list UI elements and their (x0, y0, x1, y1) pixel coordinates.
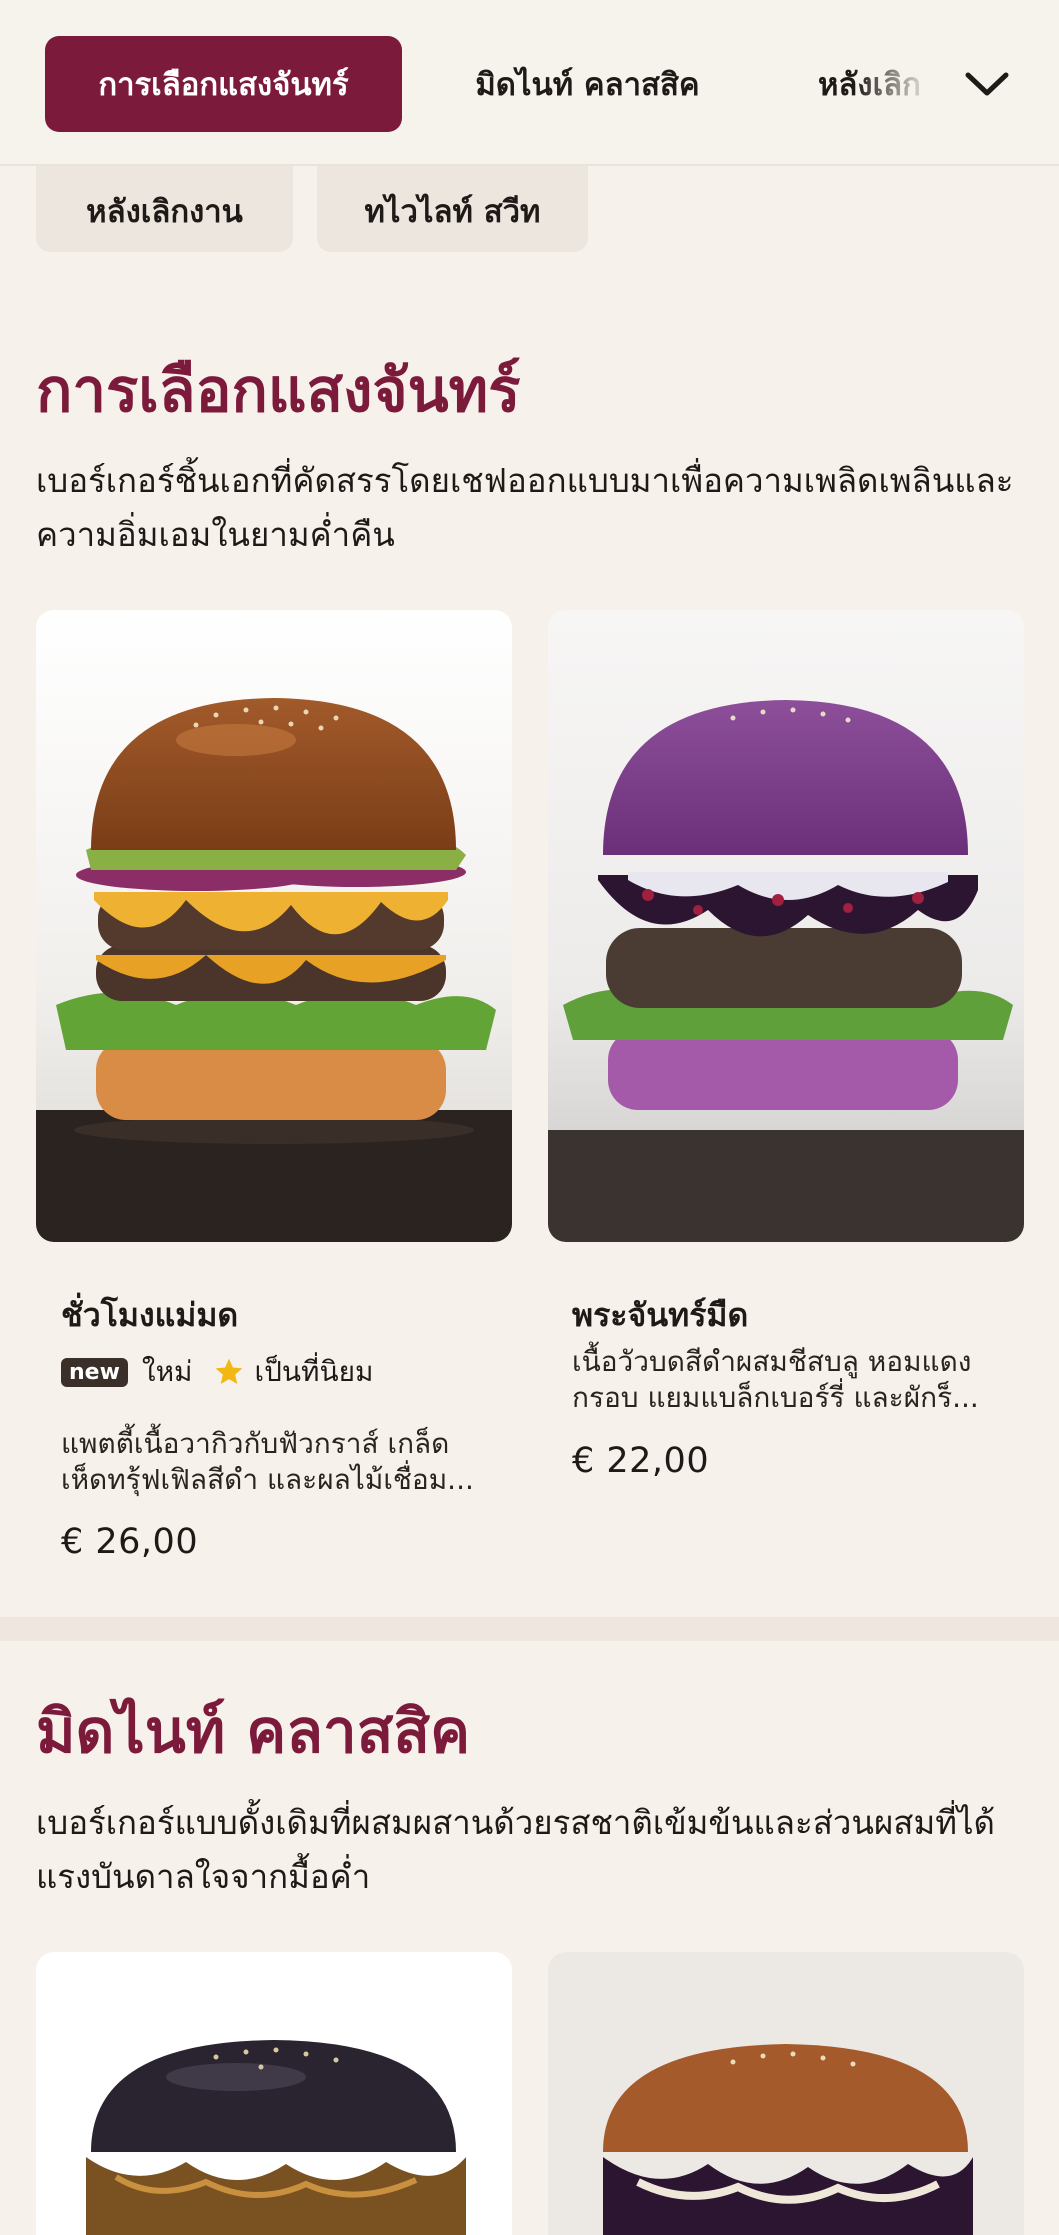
star-icon (213, 1356, 245, 1388)
chip-twilight-sweet[interactable]: ทไวไลท์ สวีท (317, 152, 588, 252)
chip-after-work[interactable]: หลังเลิกงาน (36, 152, 293, 252)
category-tabs-bar: การเลือกแสงจันทร์ มิดไนท์ คลาสสิค หลังเล… (0, 0, 1059, 166)
item-price: € 22,00 (572, 1441, 710, 1481)
burger-image-brioche-berry[interactable] (548, 1952, 1024, 2235)
tabs-fade-overlay (855, 30, 965, 140)
item-price: € 26,00 (61, 1522, 199, 1562)
new-badge: new (61, 1357, 128, 1387)
tab-moonlight-selection[interactable]: การเลือกแสงจันทร์ (45, 36, 402, 132)
popular-badge-label: เป็นที่นิยม (254, 1355, 374, 1388)
new-badge-label: ใหม่ (141, 1355, 193, 1388)
burger-image-dark-moon[interactable] (548, 610, 1024, 1242)
item-description: เนื้อวัวบดสีดำผสมชีสบลู หอมแดงกรอบ แยมแบ… (572, 1345, 979, 1414)
item-badges: new ใหม่ เป็นที่นิยม (61, 1350, 373, 1394)
chevron-down-icon[interactable] (955, 52, 1019, 116)
item-name[interactable]: พระจันทร์มืด (572, 1290, 748, 1341)
burger-image-witching-hour[interactable] (36, 610, 512, 1242)
section-description: เบอร์เกอร์แบบดั้งเดิมที่ผสมผสานด้วยรสชาต… (36, 1803, 995, 1896)
section-title: มิดไนท์ คลาสสิค (36, 1697, 471, 1767)
section-title: การเลือกแสงจันทร์ (36, 356, 521, 426)
item-description: แพตตี้เนื้อวากิวกับฟัวกราส์ เกล็ดเห็ดทรุ… (61, 1427, 474, 1496)
tab-midnight-classic[interactable]: มิดไนท์ คลาสสิค (425, 36, 750, 132)
burger-image-black-bun[interactable] (36, 1952, 512, 2235)
section-divider (0, 1617, 1059, 1641)
section-description: เบอร์เกอร์ชิ้นเอกที่คัดสรรโดยเชฟออกแบบมา… (36, 461, 1014, 554)
item-name[interactable]: ชั่วโมงแม่มด (61, 1290, 238, 1341)
